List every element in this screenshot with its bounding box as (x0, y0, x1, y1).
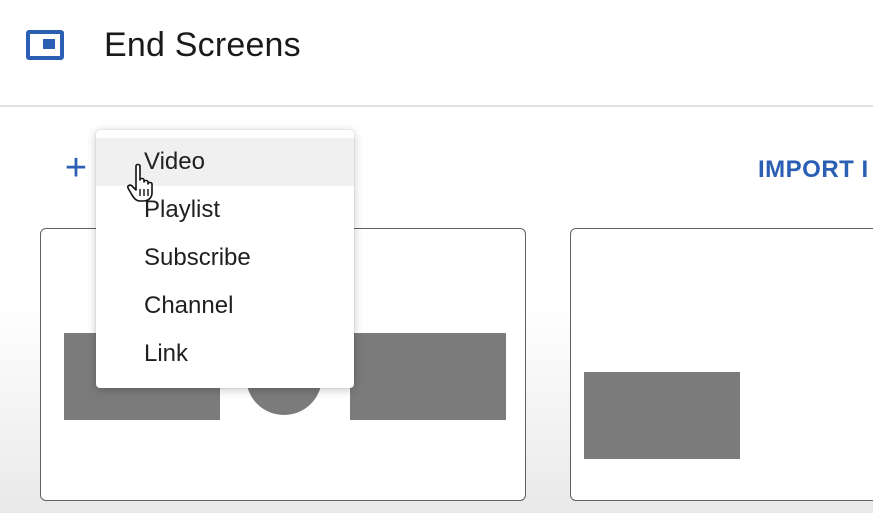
page-header: End Screens (0, 0, 873, 107)
template-video-placeholder-right (350, 333, 506, 420)
template-video-placeholder (584, 372, 740, 459)
add-element-menu: Video Playlist Subscribe Channel Link (96, 130, 354, 388)
menu-item-link[interactable]: Link (96, 330, 354, 378)
end-screen-icon-inner (43, 39, 55, 49)
plus-icon: + (64, 147, 88, 189)
menu-item-video[interactable]: Video (96, 138, 354, 186)
import-from-video-link[interactable]: IMPORT I (758, 156, 869, 184)
end-screen-icon (26, 30, 64, 60)
menu-item-subscribe[interactable]: Subscribe (96, 234, 354, 282)
add-element-button[interactable]: + (58, 148, 94, 188)
template-card-2[interactable] (570, 228, 873, 501)
menu-item-channel[interactable]: Channel (96, 282, 354, 330)
menu-item-playlist[interactable]: Playlist (96, 186, 354, 234)
page-title: End Screens (104, 26, 301, 64)
